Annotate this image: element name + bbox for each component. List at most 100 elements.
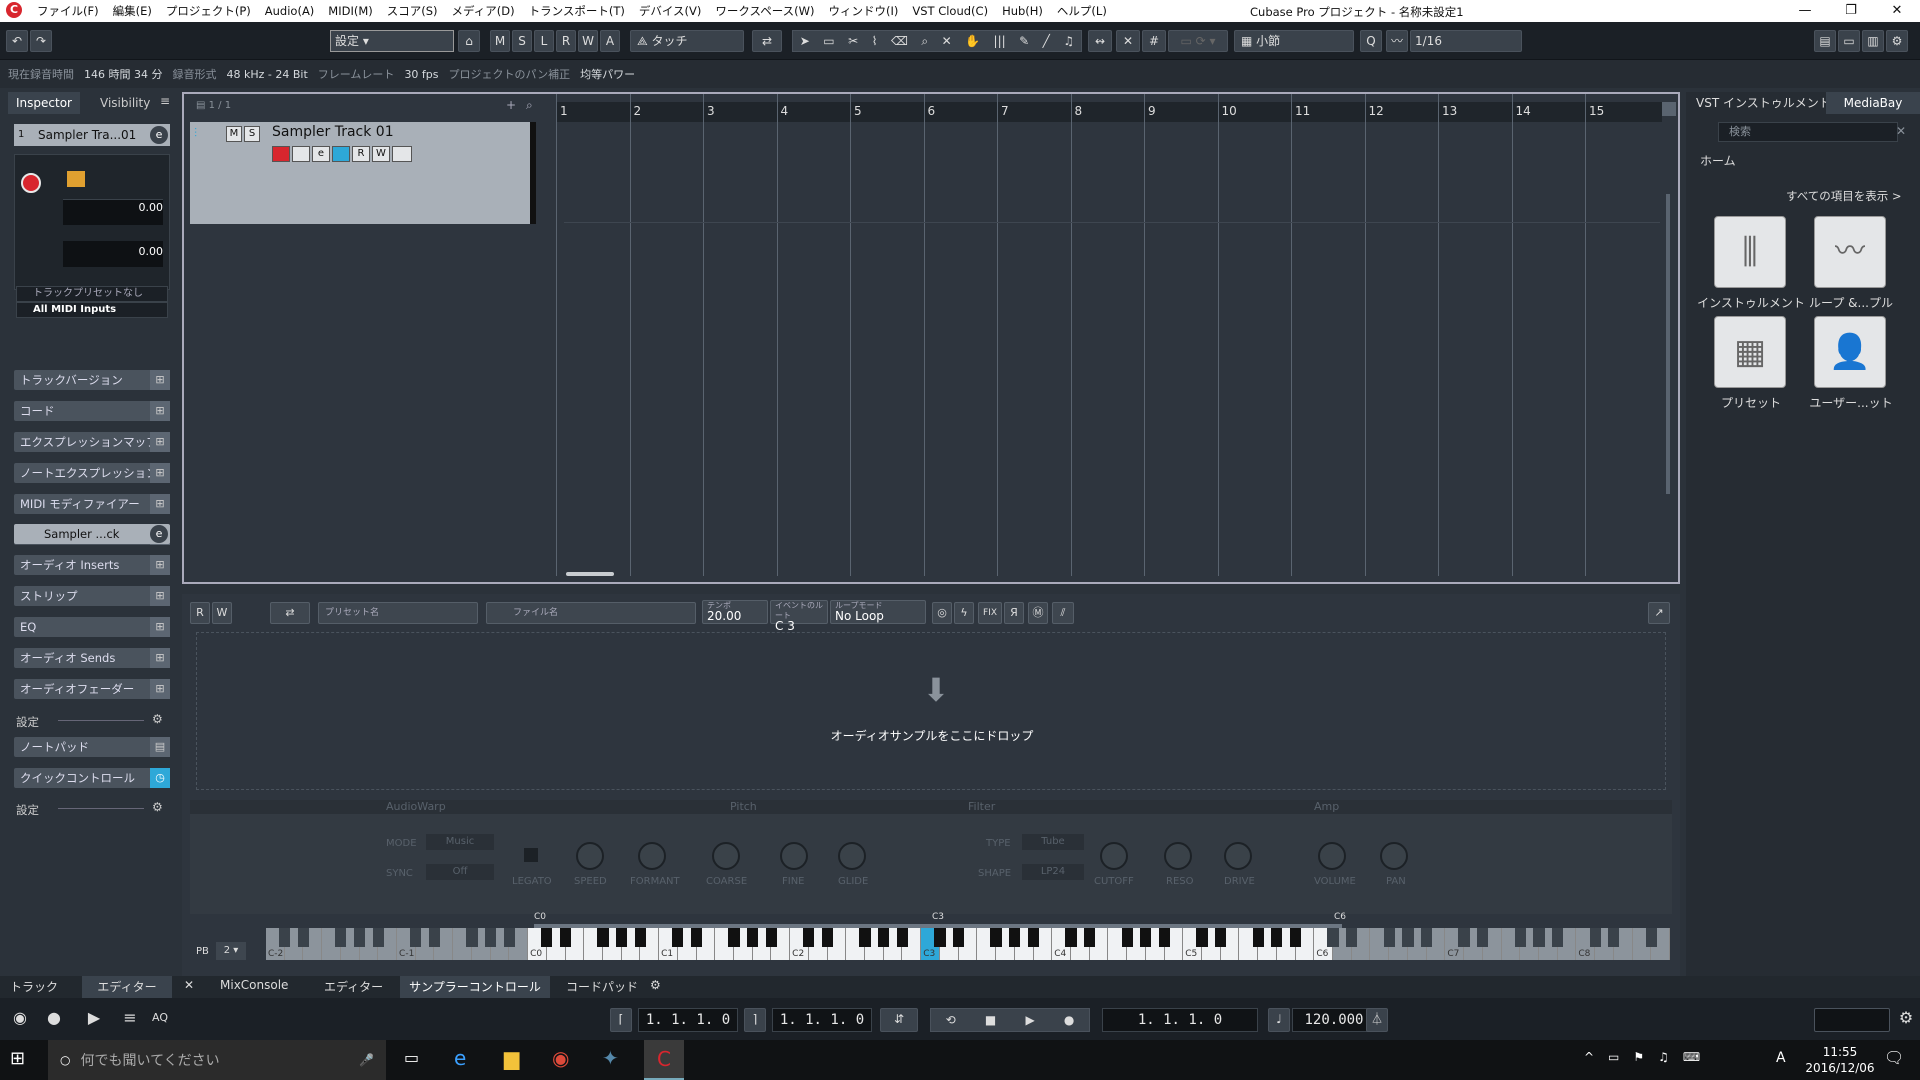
- inspector-section[interactable]: MIDI モディファイアー ⊞: [14, 494, 170, 514]
- mode-button-l[interactable]: L: [534, 30, 554, 52]
- menu-item[interactable]: プロジェクト(P): [159, 3, 258, 19]
- cortana-search-box[interactable]: ○ 何でも聞いてください 🎤: [48, 1040, 386, 1080]
- inspector-section[interactable]: ストリップ ⊞: [14, 586, 170, 606]
- speaker-tool-icon[interactable]: ♫: [1063, 34, 1074, 48]
- menu-item[interactable]: Audio(A): [258, 4, 322, 18]
- piano-black-key[interactable]: [410, 928, 422, 947]
- piano-black-key[interactable]: [690, 928, 703, 947]
- toolbar-settings-icon[interactable]: ⚙: [1886, 30, 1908, 52]
- piano-black-key[interactable]: [1121, 928, 1133, 947]
- piano-black-key[interactable]: [466, 928, 478, 947]
- mode-button-w[interactable]: W: [578, 30, 598, 52]
- inspector-section[interactable]: ノートエクスプレッション ⊞: [14, 463, 170, 483]
- track-monitor-button[interactable]: [292, 146, 310, 162]
- piano-black-key[interactable]: [1608, 928, 1620, 947]
- piano-black-key[interactable]: [1009, 928, 1021, 947]
- tempo-field[interactable]: テンポ 20.00: [702, 600, 768, 624]
- ruler[interactable]: [556, 102, 1662, 122]
- inspector-section[interactable]: コード ⊞: [14, 401, 170, 421]
- transport-settings-icon[interactable]: ⚙: [1892, 1006, 1920, 1030]
- user-content-tile[interactable]: 👤: [1814, 316, 1886, 388]
- piano-black-key[interactable]: [1289, 928, 1302, 947]
- tab-track[interactable]: トラック: [10, 978, 58, 995]
- quantize-preset-dropdown[interactable]: 1/16: [1410, 30, 1522, 52]
- piano-black-key[interactable]: [616, 928, 628, 947]
- edit-instrument-icon[interactable]: e: [150, 126, 168, 144]
- play-icon[interactable]: ▶: [1025, 1013, 1034, 1027]
- piano-black-key[interactable]: [503, 928, 515, 947]
- cubase-logo-icon[interactable]: C: [6, 2, 22, 18]
- snap-mode-dropdown[interactable]: ▭ ⟳ ▾: [1168, 30, 1228, 52]
- piano-black-key[interactable]: [1533, 928, 1545, 947]
- inspector-section[interactable]: オーディオフェーダー ⊞: [14, 679, 170, 699]
- piano-black-key[interactable]: [1065, 928, 1077, 947]
- framerate-value[interactable]: 30 fps: [404, 68, 438, 81]
- piano-black-key[interactable]: [1158, 928, 1171, 947]
- windows-start-icon[interactable]: ⊞: [10, 1048, 25, 1069]
- show-all-link[interactable]: すべての項目を表示 >: [1786, 188, 1902, 204]
- main-position[interactable]: 1. 1. 1. 0: [1102, 1008, 1258, 1032]
- vertical-scrollbar[interactable]: [1666, 194, 1670, 494]
- menu-item[interactable]: Hub(H): [995, 4, 1050, 18]
- clear-search-icon[interactable]: ✕: [1896, 124, 1906, 138]
- piano-black-key[interactable]: [1196, 928, 1208, 947]
- tab-mediabay[interactable]: MediaBay: [1826, 92, 1920, 114]
- microphone-icon[interactable]: 🎤: [359, 1053, 374, 1067]
- inspector-section[interactable]: オーディオ Sends ⊞: [14, 648, 170, 668]
- tab-editor[interactable]: エディター: [324, 978, 383, 995]
- inspector-menu-icon[interactable]: ≡: [160, 94, 170, 108]
- layout-left-icon[interactable]: ▤: [1814, 30, 1836, 52]
- piano-black-key[interactable]: [541, 928, 553, 947]
- right-locator-icon[interactable]: ⌉: [744, 1008, 766, 1032]
- piano-black-key[interactable]: [279, 928, 291, 947]
- piano-black-key[interactable]: [559, 928, 572, 947]
- bars-tool-icon[interactable]: |||: [994, 34, 1006, 48]
- flash-icon[interactable]: ϟ: [954, 602, 974, 624]
- search-track-icon[interactable]: ⌕: [526, 98, 533, 113]
- rec-time-value[interactable]: 146 時間 34 分: [84, 66, 162, 82]
- track-record-button[interactable]: [272, 146, 290, 162]
- tray-icons[interactable]: ^▭⚑♫⌨: [1584, 1050, 1714, 1064]
- cubase-taskbar-icon[interactable]: C: [644, 1040, 684, 1080]
- inspector-section[interactable]: オーディオ Inserts ⊞: [14, 555, 170, 575]
- lower-zone-settings-icon[interactable]: ⚙: [650, 978, 661, 992]
- tab-sampler-control[interactable]: サンプラーコントロール: [400, 976, 550, 998]
- menu-item[interactable]: トランスポート(T): [522, 3, 632, 19]
- inspector-track-name[interactable]: Sampler Tra...01 1 e: [14, 124, 170, 146]
- menu-item[interactable]: メディア(D): [445, 3, 522, 19]
- grid-type-dropdown[interactable]: ▦ 小節: [1234, 30, 1354, 52]
- piano-black-key[interactable]: [1084, 928, 1096, 947]
- slice-icon[interactable]: ⫽: [1052, 602, 1074, 624]
- track-name[interactable]: Sampler Track 01: [272, 124, 394, 140]
- piano-black-key[interactable]: [1458, 928, 1470, 947]
- record-enable-icon[interactable]: [21, 173, 41, 193]
- zoom-tool-icon[interactable]: ⌕: [921, 34, 928, 49]
- piano-black-key[interactable]: [1402, 928, 1414, 947]
- piano-black-key[interactable]: [878, 928, 890, 947]
- inspector-section[interactable]: トラックバージョン ⊞: [14, 370, 170, 390]
- piano-black-key[interactable]: [597, 928, 609, 947]
- aq-button[interactable]: AQ: [146, 1006, 174, 1030]
- tab-mixconsole[interactable]: MixConsole: [220, 978, 288, 992]
- piano-black-key[interactable]: [896, 928, 909, 947]
- editor-write-button[interactable]: W: [212, 602, 232, 624]
- piano-black-key[interactable]: [1645, 928, 1657, 947]
- tab-chord-pads[interactable]: コードパッド: [566, 978, 638, 995]
- redo-icon[interactable]: ↷: [30, 30, 52, 52]
- read-automation-button[interactable]: R: [352, 146, 370, 162]
- minimize-button[interactable]: —: [1782, 0, 1828, 22]
- right-locator[interactable]: 1. 1. 1. 0: [772, 1008, 872, 1032]
- piano-black-key[interactable]: [634, 928, 646, 947]
- piano-black-key[interactable]: [1140, 928, 1152, 947]
- piano-black-key[interactable]: [821, 928, 834, 947]
- write-automation-button[interactable]: W: [372, 146, 390, 162]
- trim-icon[interactable]: ◎: [932, 602, 952, 624]
- cycle-icon[interactable]: ⟲: [946, 1013, 956, 1027]
- shape-dropdown[interactable]: LP24: [1022, 864, 1084, 880]
- app-icon[interactable]: ✦: [602, 1046, 619, 1070]
- instrument-edit-icon[interactable]: e: [150, 525, 168, 543]
- type-dropdown[interactable]: Tube: [1022, 834, 1084, 850]
- notifications-icon[interactable]: 🗨: [1884, 1048, 1904, 1067]
- record-icon[interactable]: ●: [1064, 1013, 1074, 1027]
- hand-tool-icon[interactable]: ✋: [965, 34, 980, 48]
